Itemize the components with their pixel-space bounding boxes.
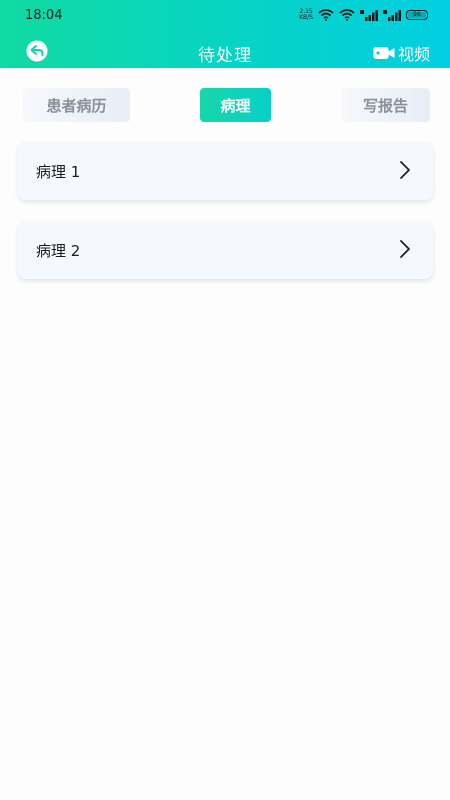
chevron-right-icon <box>400 161 410 179</box>
list-item[interactable]: 病理 1 <box>18 142 433 200</box>
chevron-right-icon <box>400 240 410 258</box>
tab-pathology[interactable]: 病理 <box>200 88 271 122</box>
tab-label: 患者病历 <box>46 96 107 115</box>
tab-label: 病理 <box>220 96 251 115</box>
tab-bar: 患者病历 病理 写报告 <box>0 86 450 124</box>
video-label: 视频 <box>397 45 430 64</box>
status-bar: 18:04 2.15 KB/S 96 <box>0 0 450 32</box>
back-arrow-icon <box>26 40 48 62</box>
status-icons: 2.15 KB/S 96 <box>299 9 428 21</box>
app-header: 18:04 2.15 KB/S 96 待处理 视频 <box>0 0 450 68</box>
net-speed-unit: KB/S <box>299 14 313 21</box>
net-speed: 2.15 KB/S <box>299 9 313 21</box>
list-item[interactable]: 病理 2 <box>18 221 433 279</box>
tab-label: 写报告 <box>362 96 408 115</box>
list-item-label: 病理 2 <box>36 242 81 260</box>
back-button[interactable] <box>26 40 48 62</box>
wifi-icon <box>318 9 334 21</box>
tab-patient-history[interactable]: 患者病历 <box>23 88 130 122</box>
video-camera-icon <box>373 47 395 59</box>
battery-level: 96 <box>413 11 421 18</box>
list-item-label: 病理 1 <box>36 163 81 181</box>
signal-icon <box>383 9 401 21</box>
video-button[interactable]: 视频 <box>373 41 430 65</box>
battery-icon: 96 <box>406 10 428 20</box>
wifi-icon <box>339 9 355 21</box>
status-time: 18:04 <box>25 8 63 23</box>
signal-icon <box>360 9 378 21</box>
tab-write-report[interactable]: 写报告 <box>341 88 430 122</box>
nav-bar: 待处理 视频 <box>0 32 450 68</box>
